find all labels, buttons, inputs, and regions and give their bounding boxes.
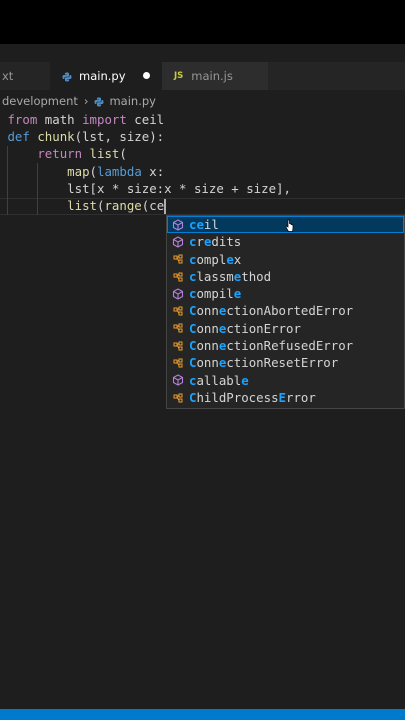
python-icon	[62, 71, 72, 82]
text-cursor	[164, 198, 166, 214]
tab-text-file[interactable]: xt	[0, 62, 52, 90]
suggestion-item[interactable]: c r e dits	[167, 233, 404, 250]
tab-main-py[interactable]: main.py	[50, 62, 162, 90]
code-line-2: def chunk(lst, size):	[7, 129, 165, 145]
suggestion-item[interactable]: c lassm e thod	[167, 268, 404, 285]
code-line-4: map(lambda x:	[67, 163, 165, 179]
class-icon	[171, 305, 184, 318]
suggestion-item[interactable]: Conn e ctionError	[167, 320, 404, 337]
class-icon	[171, 391, 184, 404]
class-icon	[171, 322, 184, 335]
class-icon	[171, 270, 184, 283]
suggestion-item[interactable]: Conn e ctionResetError	[167, 354, 404, 371]
suggestion-item[interactable]: Conn e ctionAbortedError	[167, 302, 404, 319]
editor-empty-area[interactable]	[0, 410, 405, 710]
autocomplete-suggest-widget[interactable]: ce il c r e dits c ompl e x c lassm e thod c ompil e…	[166, 215, 405, 409]
class-icon	[171, 339, 184, 352]
top-black-bar	[0, 0, 405, 44]
javascript-icon: JS	[174, 71, 184, 81]
suggestion-item[interactable]: c ompl e x	[167, 251, 404, 268]
breadcrumb: development › main.py	[0, 90, 405, 112]
cube-icon	[171, 287, 184, 300]
suggestion-item[interactable]: Conn e ctionRefusedError	[167, 337, 404, 354]
tab-bar: xt main.py JS main.js	[0, 62, 405, 90]
code-line-3: return list(	[37, 146, 127, 162]
tab-label: main.js	[191, 69, 233, 83]
code-line-5: lst[x * size:x * size + size],	[67, 180, 291, 196]
class-icon	[171, 253, 184, 266]
chevron-right-icon: ›	[83, 94, 89, 108]
suggestion-item[interactable]: c ompil e	[167, 285, 404, 302]
status-bar	[0, 709, 405, 720]
code-editor[interactable]: from math import ceil def chunk(lst, siz…	[0, 111, 291, 214]
breadcrumb-folder[interactable]: development	[2, 94, 78, 108]
tab-label: main.py	[79, 69, 126, 83]
cube-icon	[171, 235, 184, 248]
code-line-6: list(range(ce	[67, 197, 166, 214]
tab-main-js[interactable]: JS main.js	[162, 62, 268, 90]
suggestion-item[interactable]: ChildProcess Error	[167, 389, 404, 406]
tab-label: xt	[2, 69, 14, 83]
cube-icon	[171, 374, 184, 387]
cube-icon	[171, 218, 184, 231]
unsaved-dot-icon[interactable]	[143, 72, 150, 79]
python-icon	[94, 96, 104, 107]
mouse-pointer-icon	[285, 219, 294, 232]
breadcrumb-file[interactable]: main.py	[109, 94, 156, 108]
class-icon	[171, 357, 184, 370]
code-line-1: from math import ceil	[7, 112, 165, 127]
title-gap	[0, 44, 405, 62]
suggestion-item[interactable]: c allabl e	[167, 372, 404, 389]
